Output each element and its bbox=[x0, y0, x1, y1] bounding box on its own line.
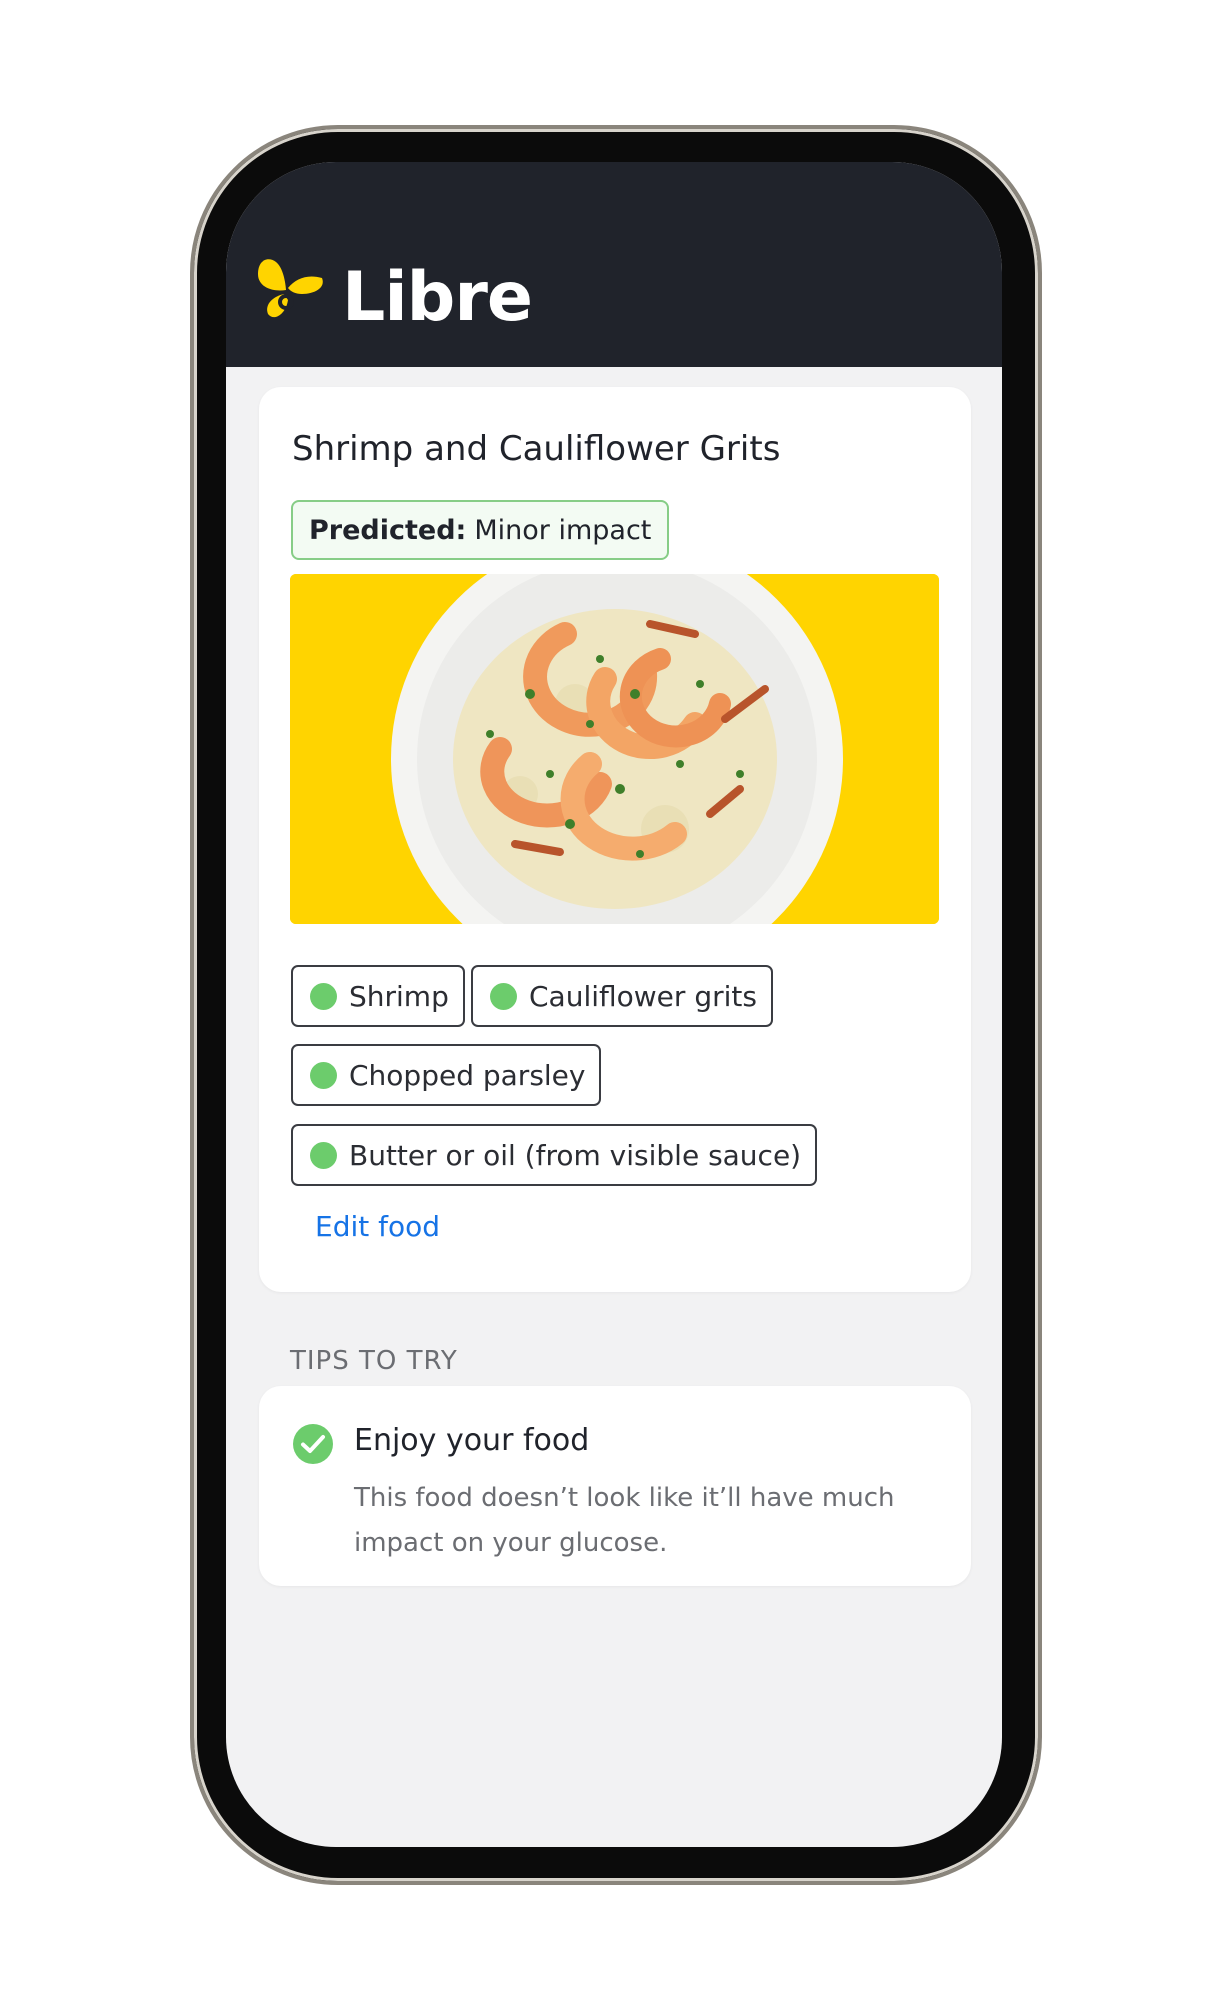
ingredient-label: Butter or oil (from visible sauce) bbox=[349, 1138, 802, 1172]
ingredient-label: Chopped parsley bbox=[349, 1058, 586, 1092]
predicted-label: Predicted: bbox=[309, 514, 467, 546]
predicted-value: Minor impact bbox=[474, 514, 652, 546]
ingredient-label: Shrimp bbox=[349, 979, 449, 1013]
ingredient-label: Cauliflower grits bbox=[529, 979, 757, 1013]
status-dot bbox=[310, 1141, 337, 1169]
tip-card: Enjoy your food This food doesn’t look l… bbox=[259, 1386, 971, 1586]
butterfly-logo-icon bbox=[258, 259, 323, 318]
food-card: Shrimp and Cauliflower Grits Predicted: … bbox=[259, 387, 971, 1292]
status-dot bbox=[310, 982, 337, 1010]
tip-title: Enjoy your food bbox=[354, 1423, 590, 1458]
ingredient-chip[interactable]: Shrimp bbox=[291, 965, 465, 1027]
food-title: Shrimp and Cauliflower Grits bbox=[292, 429, 781, 469]
status-dot bbox=[490, 982, 517, 1010]
brand-name: Libre bbox=[342, 258, 533, 337]
status-dot bbox=[310, 1061, 337, 1089]
app-header: Libre bbox=[226, 162, 1002, 367]
ingredient-chip[interactable]: Cauliflower grits bbox=[471, 965, 773, 1027]
check-circle-icon bbox=[293, 1424, 333, 1464]
edit-food-link[interactable]: Edit food bbox=[315, 1210, 440, 1243]
food-photo bbox=[290, 574, 939, 924]
shrimp-grits-illustration bbox=[290, 574, 939, 924]
ingredient-chip[interactable]: Butter or oil (from visible sauce) bbox=[291, 1124, 818, 1186]
ingredient-chip[interactable]: Chopped parsley bbox=[291, 1044, 602, 1106]
predicted-impact-badge: Predicted: Minor impact bbox=[291, 500, 670, 560]
app-screen: Libre Shrimp and Cauliflower Grits Predi… bbox=[226, 162, 1002, 1847]
tips-heading: TIPS TO TRY bbox=[290, 1346, 458, 1376]
tip-body: This food doesn’t look like it’ll have m… bbox=[354, 1483, 895, 1558]
